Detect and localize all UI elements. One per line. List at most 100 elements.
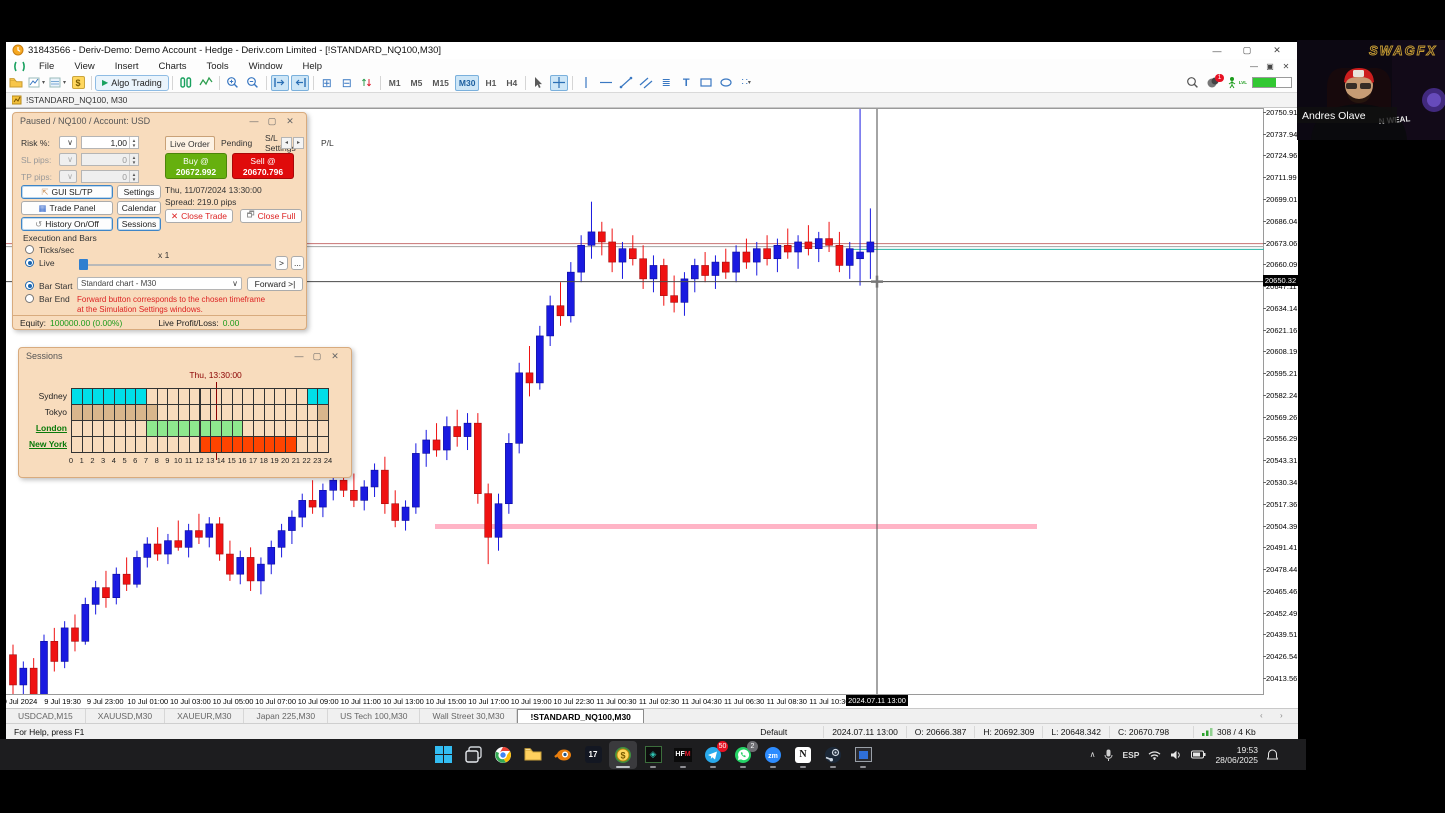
- chart-tab-us-tech-100-m30[interactable]: US Tech 100,M30: [328, 709, 420, 723]
- child-minimize-button[interactable]: —: [1246, 62, 1262, 71]
- panel-minimize-icon[interactable]: —: [245, 116, 263, 126]
- risk-input[interactable]: 1,00▲▼: [81, 136, 139, 149]
- bar-end-radio[interactable]: [25, 294, 34, 303]
- step-forward-button[interactable]: >: [275, 256, 288, 270]
- chart-tab-label[interactable]: !STANDARD_NQ100, M30: [26, 95, 127, 105]
- menu-window[interactable]: Window: [239, 61, 293, 72]
- live-radio[interactable]: [25, 258, 34, 267]
- time-axis[interactable]: 9 Jul 20249 Jul 19:309 Jul 23:0010 Jul 0…: [6, 694, 1264, 708]
- taskbar-whatsapp-icon[interactable]: 2: [729, 741, 757, 769]
- taskbar-blender-icon[interactable]: [549, 741, 577, 769]
- more-button[interactable]: ...: [291, 256, 304, 270]
- menu-insert[interactable]: Insert: [105, 61, 149, 72]
- crosshair-icon[interactable]: [550, 75, 568, 91]
- search-icon[interactable]: [1184, 75, 1202, 91]
- timeframe-m15[interactable]: M15: [428, 75, 453, 91]
- sell-button[interactable]: Sell @20670.796: [232, 153, 294, 179]
- tabs-scroll-right-icon[interactable]: ›: [1280, 711, 1283, 720]
- vline-icon[interactable]: [577, 75, 595, 91]
- menu-file[interactable]: File: [29, 61, 64, 72]
- templates-icon[interactable]: ▾: [48, 75, 67, 91]
- timeframe-m30[interactable]: M30: [455, 75, 480, 91]
- hline-icon[interactable]: [597, 75, 615, 91]
- menu-tools[interactable]: Tools: [196, 61, 238, 72]
- status-profile[interactable]: Default: [752, 726, 824, 738]
- calendar-button[interactable]: Calendar: [117, 201, 161, 215]
- taskbar-clock[interactable]: 19:53 28/06/2025: [1215, 745, 1258, 765]
- taskbar-start-icon[interactable]: [429, 741, 457, 769]
- community-icon[interactable]: 1: [1204, 75, 1222, 91]
- chart-type-combo[interactable]: Standard chart - M30∨: [77, 277, 242, 290]
- grid-icon[interactable]: ⊞: [318, 75, 336, 91]
- tp-combo[interactable]: ∨: [59, 170, 77, 183]
- speaker-icon[interactable]: [1170, 750, 1182, 760]
- zoom-in-icon[interactable]: [224, 75, 242, 91]
- risk-combo[interactable]: ∨: [59, 136, 77, 149]
- panel-maximize-icon[interactable]: ▢: [263, 116, 281, 127]
- taskbar-telegram-icon[interactable]: 50: [699, 741, 727, 769]
- trade-panel-button[interactable]: ▦Trade Panel: [21, 201, 113, 215]
- microphone-icon[interactable]: [1104, 749, 1113, 761]
- fibo-icon[interactable]: ≣: [657, 75, 675, 91]
- zigzag-icon[interactable]: [197, 75, 215, 91]
- tp-input[interactable]: 0▲▼: [81, 170, 139, 183]
- battery-icon[interactable]: [1191, 750, 1206, 759]
- minimize-button[interactable]: —: [1202, 46, 1232, 56]
- tile-windows-icon[interactable]: ⊟: [338, 75, 356, 91]
- chart-tab-usdcad-m15[interactable]: USDCAD,M15: [6, 709, 86, 723]
- tabs-scroll-right[interactable]: ▸: [293, 137, 304, 149]
- menu-charts[interactable]: Charts: [149, 61, 197, 72]
- text-icon[interactable]: T: [677, 75, 695, 91]
- chart-tab-wall-street-30-m30[interactable]: Wall Street 30,M30: [420, 709, 517, 723]
- panel-close-icon[interactable]: ✕: [281, 116, 299, 127]
- tabs-scroll-left[interactable]: ◂: [281, 137, 292, 149]
- dollar-icon[interactable]: $: [69, 75, 87, 91]
- taskbar-forex-simulator-icon[interactable]: $: [609, 741, 637, 769]
- panel-close-icon[interactable]: ✕: [326, 351, 344, 362]
- chart-tab-xauusd-m30[interactable]: XAUUSD,M30: [86, 709, 165, 723]
- gui-sltp-button[interactable]: ⇱GUI SL/TP: [21, 185, 113, 199]
- order-tab-pending[interactable]: Pending: [217, 136, 256, 150]
- taskbar-zoom-icon[interactable]: zm: [759, 741, 787, 769]
- timeframe-h1[interactable]: H1: [481, 75, 500, 91]
- ticks-radio[interactable]: [25, 245, 34, 254]
- shift-back-icon[interactable]: [291, 75, 309, 91]
- chart-tab-xaueur-m30[interactable]: XAUEUR,M30: [165, 709, 244, 723]
- tick-chart-icon[interactable]: [358, 75, 376, 91]
- lvl-icon[interactable]: LVL: [1224, 75, 1248, 91]
- menu-view[interactable]: View: [64, 61, 104, 72]
- sessions-title-bar[interactable]: Sessions — ▢ ✕: [19, 348, 351, 364]
- child-restore-button[interactable]: ▣: [1262, 62, 1278, 71]
- simulator-title-bar[interactable]: Paused / NQ100 / Account: USD — ▢ ✕: [13, 113, 306, 129]
- close-full-button[interactable]: 🗗Close Full: [240, 209, 302, 223]
- wifi-icon[interactable]: [1148, 750, 1161, 760]
- timeframe-m5[interactable]: M5: [407, 75, 427, 91]
- market-depth-icon[interactable]: [177, 75, 195, 91]
- notification-bell-icon[interactable]: [1267, 749, 1278, 761]
- price-axis[interactable]: 20750.9120737.9420724.9620711.9920699.01…: [1264, 108, 1298, 694]
- order-tab-p-l[interactable]: P/L: [317, 136, 338, 150]
- sl-input[interactable]: 0▲▼: [81, 153, 139, 166]
- ellipse-icon[interactable]: [717, 75, 735, 91]
- shapes-icon[interactable]: ∷▾: [737, 75, 755, 91]
- open-folder-icon[interactable]: [7, 75, 25, 91]
- settings-button[interactable]: Settings: [117, 185, 161, 199]
- forward-button[interactable]: Forward >|: [247, 277, 303, 291]
- menu-help[interactable]: Help: [292, 61, 332, 72]
- algo-trading-button[interactable]: ▶Algo Trading: [95, 75, 169, 91]
- speed-slider-thumb[interactable]: [79, 259, 88, 270]
- buy-button[interactable]: Buy @20672.992: [165, 153, 227, 179]
- tabs-scroll-left-icon[interactable]: ‹: [1260, 711, 1263, 720]
- taskbar-file-explorer-icon[interactable]: [519, 741, 547, 769]
- language-indicator[interactable]: ESP: [1122, 750, 1139, 760]
- sessions-button[interactable]: Sessions: [117, 217, 161, 231]
- timeframe-h4[interactable]: H4: [502, 75, 521, 91]
- timeframe-m1[interactable]: M1: [385, 75, 405, 91]
- sl-combo[interactable]: ∨: [59, 153, 77, 166]
- taskbar-hfm-icon[interactable]: HFM: [669, 741, 697, 769]
- panel-maximize-icon[interactable]: ▢: [308, 351, 326, 362]
- shift-end-icon[interactable]: [271, 75, 289, 91]
- taskbar-task-view-icon[interactable]: [459, 741, 487, 769]
- spinner-icon[interactable]: ▲▼: [129, 137, 138, 148]
- profiles-icon[interactable]: ▾: [27, 75, 46, 91]
